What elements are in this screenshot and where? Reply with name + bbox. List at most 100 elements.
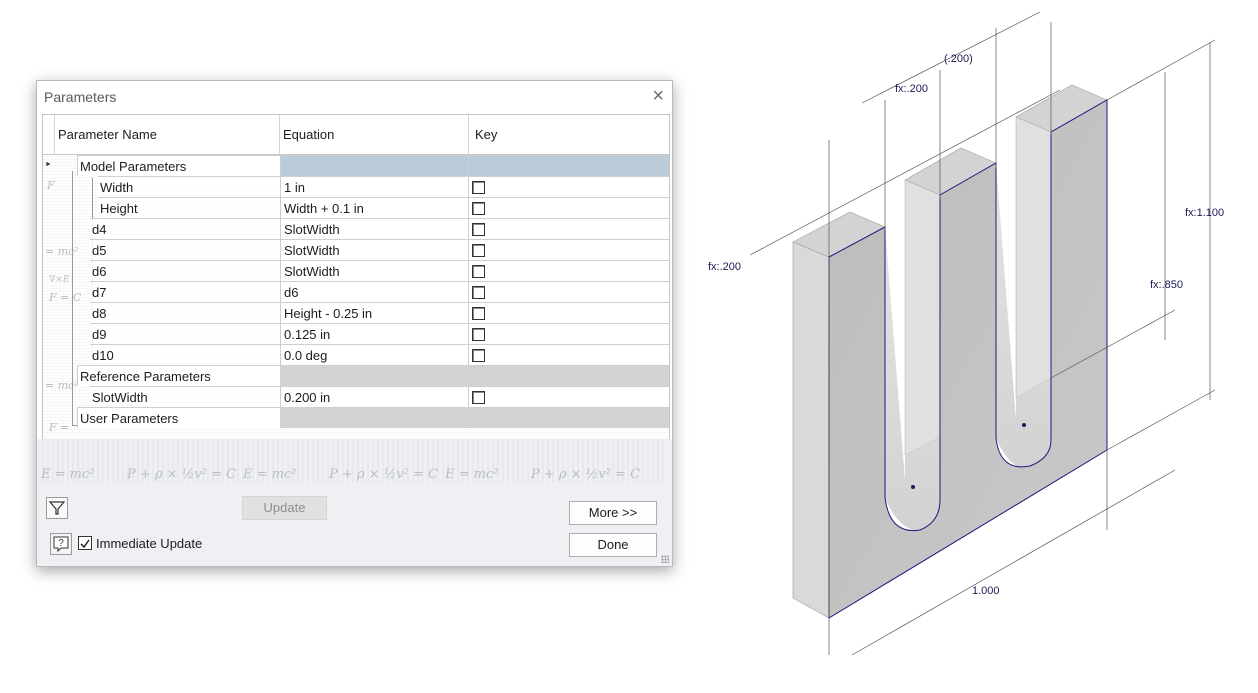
row-selector-header — [43, 115, 55, 155]
dimension-label[interactable]: fx:.200 — [895, 83, 928, 95]
key-checkbox[interactable] — [472, 181, 485, 194]
watermark-formula: E = mc² — [243, 467, 297, 482]
help-button[interactable]: ? — [50, 533, 72, 555]
slot-center-point — [1022, 423, 1026, 427]
param-name: d7 — [90, 281, 280, 302]
dialog-title: Parameters — [44, 89, 117, 105]
group-label-model: Model Parameters — [77, 155, 280, 176]
param-row[interactable]: d6 SlotWidth — [43, 260, 669, 281]
param-key-cell — [469, 323, 669, 344]
param-key-cell — [469, 197, 669, 218]
param-equation[interactable]: 0.200 in — [280, 386, 469, 407]
help-icon: ? — [53, 536, 69, 553]
param-name: d4 — [90, 218, 280, 239]
dimension-label[interactable]: fx:.200 — [708, 261, 741, 273]
key-checkbox[interactable] — [472, 349, 485, 362]
watermark-formula: P + ρ × ½v² = C — [329, 467, 438, 482]
key-checkbox[interactable] — [472, 328, 485, 341]
param-equation[interactable]: SlotWidth — [280, 218, 469, 239]
part-model: fx:.200 (.200) fx:.200 fx:1.100 fx:.850 … — [708, 11, 1224, 656]
param-name: d5 — [90, 239, 280, 260]
param-row[interactable]: d4 SlotWidth — [43, 218, 669, 239]
param-equation[interactable]: 0.125 in — [280, 323, 469, 344]
group-key-cell — [469, 407, 669, 428]
param-key-cell — [469, 386, 669, 407]
param-row[interactable]: d7 d6 — [43, 281, 669, 302]
update-button[interactable]: Update — [242, 496, 327, 520]
key-checkbox[interactable] — [472, 286, 485, 299]
more-button[interactable]: More >> — [569, 501, 657, 525]
group-row-model[interactable]: ► Model Parameters — [43, 155, 669, 176]
filter-icon — [48, 501, 66, 515]
watermark-formula: E = mc² — [445, 467, 499, 482]
param-equation[interactable]: 1 in — [280, 176, 469, 197]
group-key-cell — [469, 155, 669, 176]
part-side-face — [792, 241, 830, 619]
key-checkbox[interactable] — [472, 244, 485, 257]
immediate-update-checkbox[interactable] — [78, 536, 92, 550]
checkmark-icon — [80, 539, 90, 549]
dimension-label[interactable]: fx:1.100 — [1185, 207, 1224, 219]
param-row[interactable]: d9 0.125 in — [43, 323, 669, 344]
key-checkbox[interactable] — [472, 202, 485, 215]
column-header-name[interactable]: Parameter Name — [55, 115, 280, 155]
group-label-reference: Reference Parameters — [77, 365, 280, 386]
param-equation[interactable]: Width + 0.1 in — [280, 197, 469, 218]
svg-text:?: ? — [58, 538, 64, 549]
key-checkbox[interactable] — [472, 265, 485, 278]
param-key-cell — [469, 176, 669, 197]
column-header-key[interactable]: Key — [469, 115, 669, 155]
done-button[interactable]: Done — [569, 533, 657, 557]
param-row[interactable]: Height Width + 0.1 in — [43, 197, 669, 218]
param-row[interactable]: d5 SlotWidth — [43, 239, 669, 260]
dimension-label[interactable]: 1.000 — [972, 585, 1000, 597]
watermark-formula: P + ρ × ½v² = C — [127, 467, 236, 482]
param-name: d6 — [90, 260, 280, 281]
group-row-user[interactable]: User Parameters — [43, 407, 669, 428]
param-equation[interactable]: SlotWidth — [280, 260, 469, 281]
group-row-reference[interactable]: Reference Parameters — [43, 365, 669, 386]
dialog-titlebar[interactable]: Parameters × — [37, 81, 672, 113]
watermark-formula: E = mc² — [41, 467, 95, 482]
prong-side-face — [904, 179, 941, 456]
param-key-cell — [469, 239, 669, 260]
resize-grip-icon[interactable] — [661, 555, 669, 563]
group-equation-cell — [280, 365, 469, 386]
param-name: d10 — [90, 344, 280, 365]
dimension-label[interactable]: (.200) — [944, 53, 973, 65]
slot-center-point — [911, 485, 915, 489]
filter-button[interactable] — [46, 497, 68, 519]
param-equation[interactable]: d6 — [280, 281, 469, 302]
param-row[interactable]: SlotWidth 0.200 in — [43, 386, 669, 407]
param-row[interactable]: Width 1 in — [43, 176, 669, 197]
param-name: SlotWidth — [90, 386, 280, 407]
param-key-cell — [469, 302, 669, 323]
key-checkbox[interactable] — [472, 391, 485, 404]
param-key-cell — [469, 218, 669, 239]
param-key-cell — [469, 281, 669, 302]
current-row-marker: ► — [45, 161, 52, 168]
key-checkbox[interactable] — [472, 307, 485, 320]
key-checkbox[interactable] — [472, 223, 485, 236]
param-equation[interactable]: SlotWidth — [280, 239, 469, 260]
group-key-cell — [469, 365, 669, 386]
dimension-label[interactable]: fx:.850 — [1150, 279, 1183, 291]
param-equation[interactable]: Height - 0.25 in — [280, 302, 469, 323]
parameters-dialog: Parameters × F = mc² ∇×E F = C = mc² F =… — [36, 80, 673, 567]
immediate-update-label[interactable]: Immediate Update — [96, 536, 202, 551]
param-key-cell — [469, 260, 669, 281]
param-equation[interactable]: 0.0 deg — [280, 344, 469, 365]
param-name: d8 — [90, 302, 280, 323]
group-equation-cell — [280, 407, 469, 428]
prong-side-face — [1015, 116, 1052, 399]
cad-viewport[interactable]: fx:.200 (.200) fx:.200 fx:1.100 fx:.850 … — [690, 0, 1258, 688]
watermark-formula: P + ρ × ½v² = C — [531, 467, 640, 482]
param-name: Width — [98, 176, 280, 197]
param-row[interactable]: d10 0.0 deg — [43, 344, 669, 365]
close-icon[interactable]: × — [652, 85, 664, 108]
group-equation-cell — [280, 155, 469, 176]
column-header-equation[interactable]: Equation — [280, 115, 469, 155]
param-row[interactable]: d8 Height - 0.25 in — [43, 302, 669, 323]
param-name: d9 — [90, 323, 280, 344]
param-name: Height — [98, 197, 280, 218]
